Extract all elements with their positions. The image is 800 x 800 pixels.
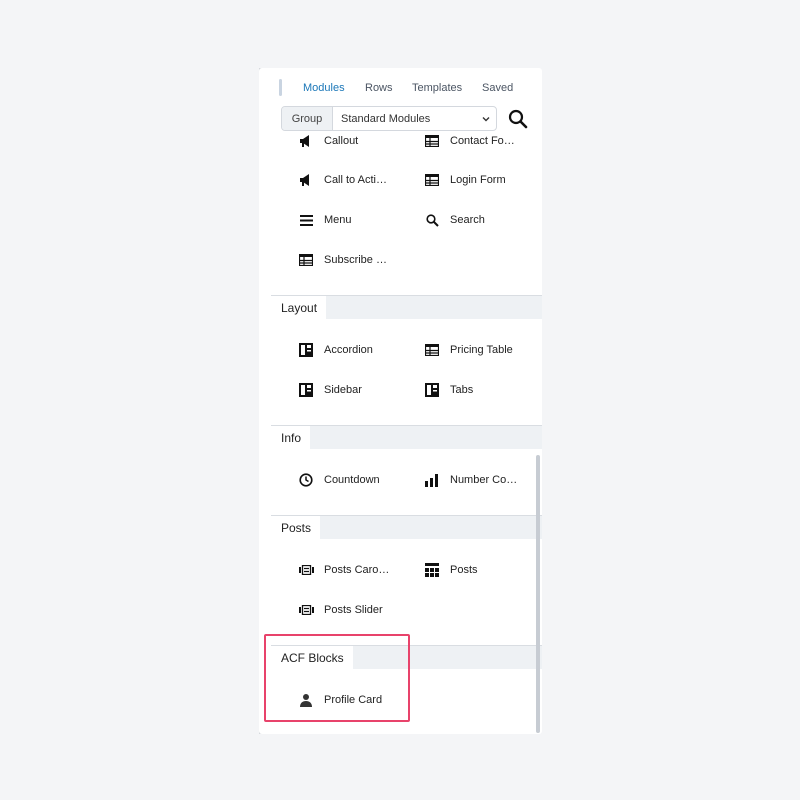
- layout-icon: [424, 382, 440, 398]
- carousel-icon: [298, 562, 314, 578]
- layout-icon: [298, 382, 314, 398]
- module-sidebar[interactable]: Sidebar: [298, 380, 362, 400]
- module-tabs[interactable]: Tabs: [424, 380, 473, 400]
- highlight-box: [264, 634, 410, 722]
- menu-icon: [298, 212, 314, 228]
- section-header-info: Info: [271, 425, 542, 449]
- module-menu[interactable]: Menu: [298, 210, 352, 230]
- scrollbar-thumb[interactable]: [536, 455, 540, 733]
- module-posts-carousel[interactable]: Posts Caro…: [298, 560, 389, 580]
- layout-icon: [298, 342, 314, 358]
- drag-handle[interactable]: [279, 79, 282, 96]
- megaphone-icon: [298, 172, 314, 188]
- module-call-to-action[interactable]: Call to Acti…: [298, 170, 387, 190]
- table-icon: [424, 133, 440, 149]
- megaphone-icon: [298, 133, 314, 149]
- group-select[interactable]: Group Standard Modules: [281, 106, 497, 131]
- module-pricing-table[interactable]: Pricing Table: [424, 340, 513, 360]
- table-icon: [424, 172, 440, 188]
- clock-icon: [298, 472, 314, 488]
- section-header-posts: Posts: [271, 515, 542, 539]
- module-countdown[interactable]: Countdown: [298, 470, 380, 490]
- carousel-icon: [298, 602, 314, 618]
- grid-icon: [424, 562, 440, 578]
- panel-tabs: Modules Rows Templates Saved: [271, 68, 542, 106]
- bar-chart-icon: [424, 472, 440, 488]
- module-accordion[interactable]: Accordion: [298, 340, 373, 360]
- table-icon: [298, 252, 314, 268]
- module-subscribe[interactable]: Subscribe …: [298, 250, 387, 270]
- tab-modules[interactable]: Modules: [303, 82, 345, 94]
- module-login-form[interactable]: Login Form: [424, 170, 506, 190]
- module-callout[interactable]: Callout: [298, 131, 358, 151]
- module-search[interactable]: Search: [424, 210, 485, 230]
- table-icon: [424, 342, 440, 358]
- tab-saved[interactable]: Saved: [482, 82, 513, 94]
- tab-templates[interactable]: Templates: [412, 82, 462, 94]
- module-posts[interactable]: Posts: [424, 560, 478, 580]
- search-icon: [508, 109, 528, 129]
- search-icon: [424, 212, 440, 228]
- search-button[interactable]: [507, 108, 529, 130]
- group-value: Standard Modules: [341, 112, 431, 125]
- module-contact-form[interactable]: Contact Fo…: [424, 131, 515, 151]
- tab-rows[interactable]: Rows: [365, 82, 393, 94]
- section-header-layout: Layout: [271, 295, 542, 319]
- group-label: Group: [282, 107, 333, 130]
- module-number-counter[interactable]: Number Co…: [424, 470, 517, 490]
- chevron-down-icon: [476, 114, 496, 124]
- module-posts-slider[interactable]: Posts Slider: [298, 600, 383, 620]
